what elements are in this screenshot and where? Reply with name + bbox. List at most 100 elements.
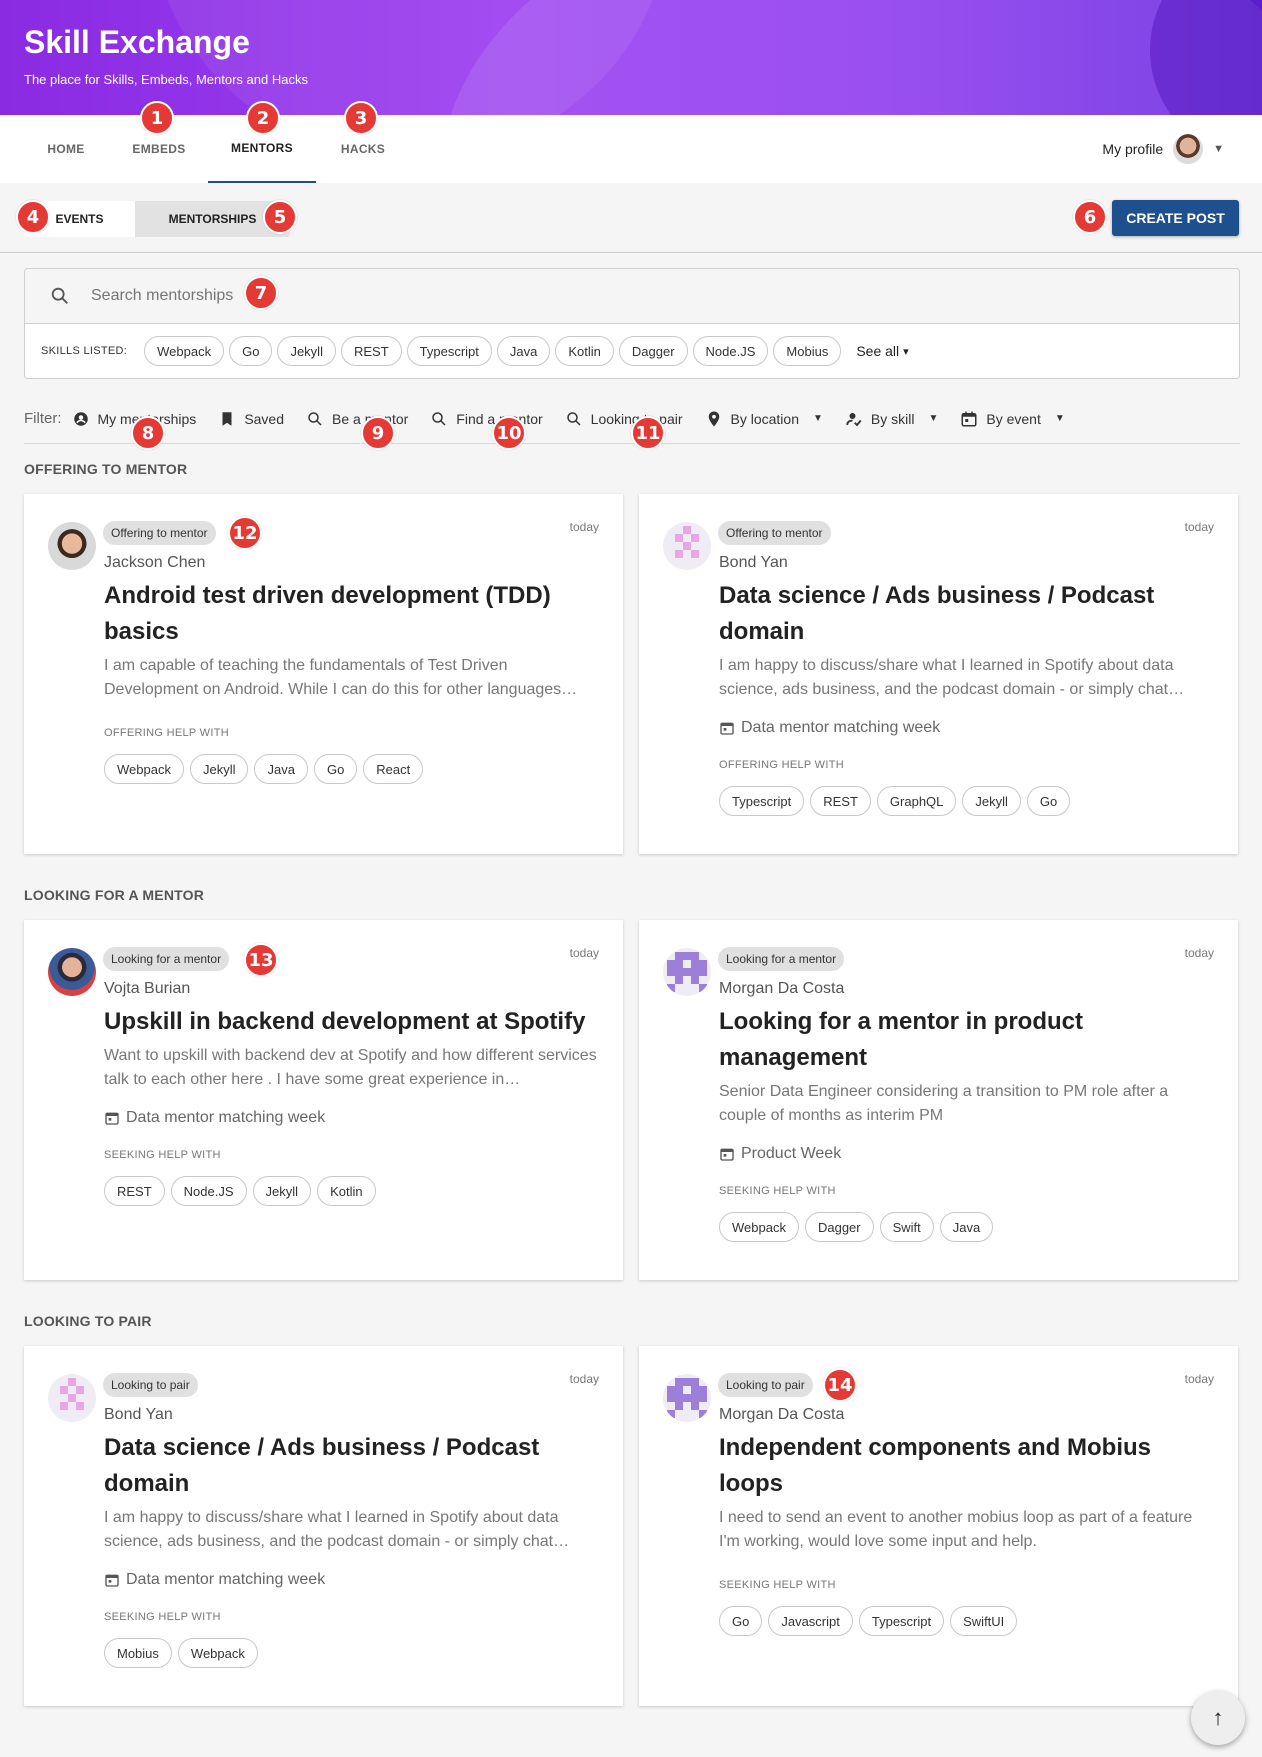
skill-tag[interactable]: Jekyll [252,1176,312,1206]
dropdown-arrow-icon: ▼ [1054,413,1065,424]
card-description: I am happy to discuss/share what I learn… [104,1509,570,1550]
skill-chip[interactable]: REST [340,336,402,366]
chevron-down-icon: ▾ [903,345,909,358]
skill-tag[interactable]: Go [719,1606,763,1636]
skill-tag[interactable]: Javascript [768,1606,853,1636]
skill-tag[interactable]: Java [939,1212,994,1242]
bookmark-icon [222,411,232,426]
status-badge: Offering to mentor [718,521,831,545]
skill-chip[interactable]: Typescript [406,336,492,366]
callout-marker: 3 [344,101,378,135]
skill-tag[interactable]: SwiftUI [950,1606,1018,1636]
skill-tag[interactable]: Go [1026,786,1071,816]
skill-tag[interactable]: REST [104,1176,165,1206]
search-icon [308,411,322,426]
filter-saved[interactable]: Saved [218,410,284,428]
callout-marker: 9 [361,416,395,450]
skill-tag[interactable]: Webpack [719,1212,799,1242]
skill-tag[interactable]: Kotlin [317,1176,376,1206]
avatar [48,1374,96,1422]
skill-tag[interactable]: GraphQL [876,786,957,816]
avatar [663,522,711,570]
mentorship-card[interactable]: Looking for a mentor today Morgan Da Cos… [639,920,1238,1280]
filter-by-location[interactable]: By location ▼ [705,410,823,428]
skill-tag[interactable]: Dagger [804,1212,874,1242]
filter-by-event[interactable]: By event ▼ [960,410,1065,428]
skill-chip[interactable]: Dagger [618,336,688,366]
avatar [663,948,711,996]
card-description: I am happy to discuss/share what I learn… [719,657,1185,698]
callout-marker: 12 [228,516,262,550]
card-title[interactable]: Independent components and Mobius loops [719,1430,1214,1502]
filter-looking-to-pair[interactable]: Looking to pair [565,410,683,428]
search-icon [51,287,68,304]
author-name: Morgan Da Costa [719,980,845,997]
account-circle-icon [73,411,88,426]
skill-tag[interactable]: Java [254,754,308,784]
card-title[interactable]: Looking for a mentor in product manageme… [719,1004,1214,1076]
scroll-to-top-button[interactable]: ↑ [1191,1691,1245,1745]
skill-tag[interactable]: Webpack [177,1638,258,1668]
skill-chip[interactable]: Mobius [773,336,842,366]
skill-tag[interactable]: React [363,754,424,784]
event-info: Data mentor matching week [104,1571,325,1589]
author-name: Jackson Chen [104,554,206,571]
skill-tag[interactable]: Go [313,754,358,784]
dropdown-arrow-icon: ▼ [928,413,939,424]
skill-tag[interactable]: Jekyll [189,754,249,784]
avatar [48,948,96,996]
status-badge: Looking to pair [103,1373,198,1397]
card-title[interactable]: Upskill in backend development at Spotif… [104,1004,599,1040]
callout-marker: 4 [16,200,50,234]
help-label: SEEKING HELP WITH [719,1185,836,1197]
create-post-button[interactable]: CREATE POST [1112,200,1239,236]
arrow-up-icon: ↑ [1212,1705,1224,1730]
mentorship-card[interactable]: Offering to mentor today Bond Yan Data s… [639,494,1238,854]
calendar-icon [720,1148,734,1161]
skill-chip[interactable]: Node.JS [692,336,769,366]
card-title[interactable]: Data science / Ads business / Podcast do… [104,1430,599,1502]
skill-tag[interactable]: Jekyll [962,786,1021,816]
skill-tag[interactable]: Node.JS [170,1176,247,1206]
event-name: Data mentor matching week [126,1109,326,1126]
skill-tag[interactable]: Typescript [719,786,805,816]
calendar-icon [961,411,977,426]
tab-home[interactable]: HOME [30,115,102,183]
search-icon [432,411,446,426]
section-pair-title: LOOKING TO PAIR [24,1313,152,1329]
skill-tag[interactable]: Webpack [104,754,184,784]
mentorship-card[interactable]: Looking to pair today Bond Yan Data scie… [24,1346,623,1706]
profile-label: My profile [1102,141,1164,157]
person-skill-icon [846,412,862,426]
skill-chip[interactable]: Java [496,336,551,366]
filter-by-skill[interactable]: By skill ▼ [845,410,938,428]
tag-list: REST Node.JS Jekyll Kotlin [104,1176,376,1206]
filter-find-a-mentor[interactable]: Find a mentor [430,410,543,428]
help-label: SEEKING HELP WITH [104,1149,221,1161]
filter-label: Filter: [24,410,62,427]
help-label: SEEKING HELP WITH [719,1579,836,1591]
post-time: today [569,520,599,534]
skill-tag[interactable]: Swift [879,1212,934,1242]
mentorship-card[interactable]: Looking to pair today Morgan Da Costa In… [639,1346,1238,1706]
skill-chip[interactable]: Jekyll [277,336,336,366]
skill-tag[interactable]: REST [810,786,871,816]
skill-tag[interactable]: Mobius [104,1638,172,1668]
card-title[interactable]: Android test driven development (TDD) ba… [104,578,599,650]
skill-chip[interactable]: Go [229,336,273,366]
tag-list: Typescript REST GraphQL Jekyll Go [719,786,1071,816]
profile-menu[interactable]: My profile ▼ [1102,115,1224,183]
skill-chip[interactable]: Kotlin [555,336,614,366]
skills-listed: SKILLS LISTED: Webpack Go Jekyll REST Ty… [24,324,1240,379]
card-description: I am capable of teaching the fundamental… [104,657,578,698]
location-pin-icon [708,411,719,426]
skill-tag[interactable]: Typescript [858,1606,945,1636]
card-title[interactable]: Data science / Ads business / Podcast do… [719,578,1214,650]
see-all-button[interactable]: See all ▾ [856,343,908,359]
mentorship-card[interactable]: Offering to mentor today Jackson Chen An… [24,494,623,854]
skill-chip[interactable]: Webpack [144,336,225,366]
tag-list: Webpack Jekyll Java Go React [104,754,424,784]
mentorship-card[interactable]: Looking for a mentor today Vojta Burian … [24,920,623,1280]
card-description: I need to send an event to another mobiu… [719,1509,1193,1550]
search-input[interactable] [91,287,991,305]
